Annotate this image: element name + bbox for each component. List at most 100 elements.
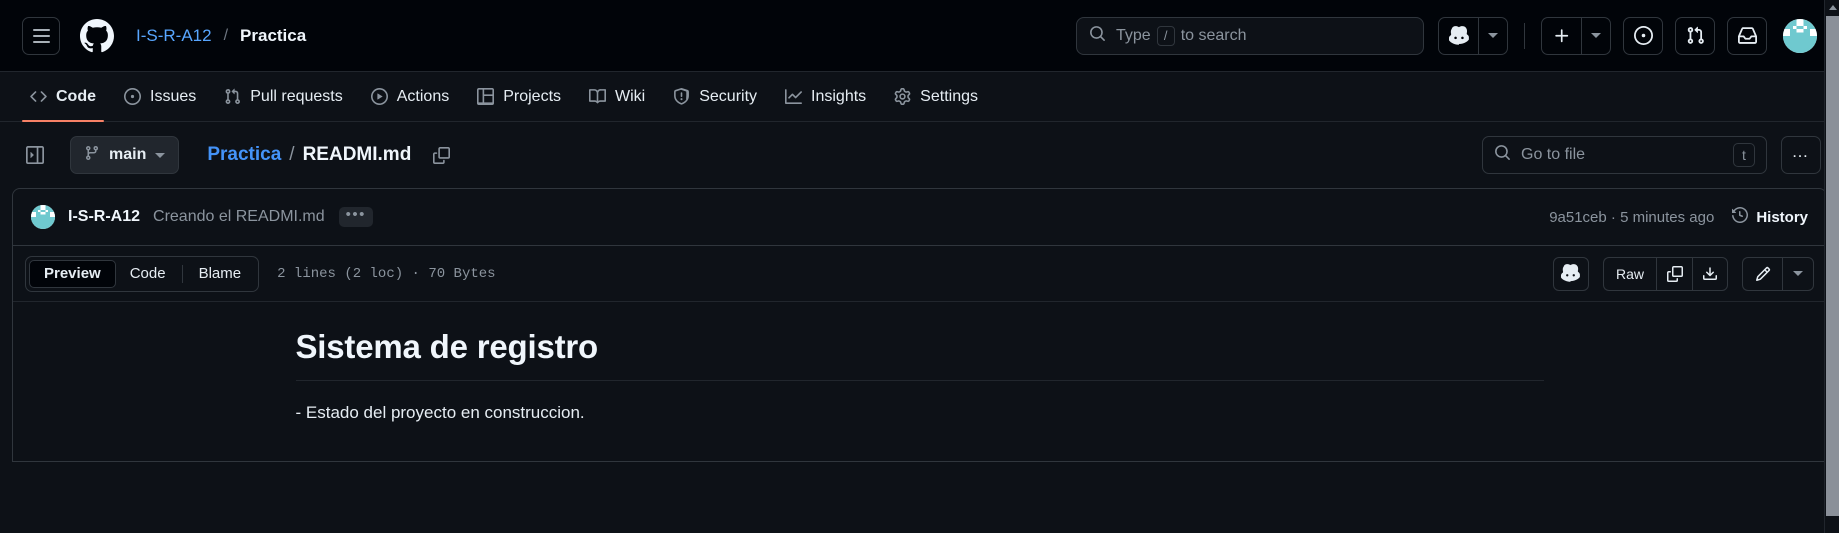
- chevron-down-icon: [155, 152, 166, 158]
- tab-preview[interactable]: Preview: [29, 259, 116, 288]
- search-slash-key: /: [1156, 25, 1175, 46]
- user-avatar[interactable]: [1783, 18, 1817, 53]
- commit-message[interactable]: Creando el READMI.md: [153, 208, 325, 226]
- commit-meta: 9a51ceb · 5 minutes ago History: [1549, 206, 1808, 227]
- file-content-panel: Preview Code Blame 2 lines (2 loc) · 70 …: [12, 246, 1827, 462]
- history-button[interactable]: History: [1732, 206, 1808, 227]
- edit-dropdown-button[interactable]: [1782, 256, 1814, 291]
- scrollbar-thumb[interactable]: [1826, 16, 1839, 516]
- tab-code[interactable]: Code: [116, 260, 180, 288]
- raw-button[interactable]: Raw: [1602, 256, 1656, 291]
- hamburger-bar: [32, 34, 50, 37]
- file-view-tabs: Preview Code Blame: [25, 255, 260, 292]
- file-view-toolbar: Preview Code Blame 2 lines (2 loc) · 70 …: [13, 246, 1826, 302]
- edit-pencil-icon[interactable]: [1742, 256, 1782, 291]
- breadcrumb-separator: /: [223, 26, 229, 44]
- breadcrumb-owner[interactable]: I-S-R-A12: [136, 26, 212, 46]
- file-toolbar-actions: Raw: [1552, 256, 1814, 291]
- create-new-dropdown-button[interactable]: [1581, 16, 1611, 55]
- tab-actions-label: Actions: [396, 87, 450, 105]
- go-to-file-shortcut-key: t: [1733, 143, 1755, 167]
- header-divider: [1524, 22, 1525, 49]
- tab-security[interactable]: Security: [661, 72, 769, 121]
- go-to-file-input[interactable]: Go to file t: [1482, 136, 1767, 174]
- tab-settings[interactable]: Settings: [882, 72, 990, 121]
- path-directory-link[interactable]: Practica: [207, 144, 281, 166]
- search-icon: [1494, 144, 1511, 166]
- tab-code-label: Code: [56, 87, 96, 105]
- file-path-breadcrumb: Practica / READMI.md: [207, 144, 411, 166]
- raw-actions-group: Raw: [1602, 256, 1728, 291]
- copilot-file-button[interactable]: [1552, 256, 1589, 291]
- search-placeholder-prefix: Type: [1116, 26, 1151, 44]
- copy-raw-icon[interactable]: [1656, 256, 1692, 291]
- hamburger-bar: [32, 40, 50, 43]
- search-icon: [1089, 25, 1106, 47]
- chevron-down-icon: [1793, 271, 1803, 276]
- issue-opened-icon: [124, 88, 141, 105]
- table-icon: [477, 88, 495, 105]
- notifications-button[interactable]: [1727, 16, 1767, 55]
- tab-insights[interactable]: Insights: [773, 72, 878, 121]
- branch-selector-button[interactable]: main: [70, 136, 180, 174]
- markdown-heading: Sistema de registro: [295, 328, 1544, 381]
- chevron-down-icon: [1591, 33, 1601, 38]
- hamburger-bar: [32, 28, 50, 31]
- tab-actions[interactable]: Actions: [359, 72, 461, 121]
- search-placeholder-suffix: to search: [1180, 26, 1247, 44]
- tab-projects-label: Projects: [503, 87, 562, 105]
- commit-sha-and-time[interactable]: 9a51ceb · 5 minutes ago: [1549, 209, 1714, 226]
- tab-wiki[interactable]: Wiki: [577, 72, 657, 121]
- tab-wiki-label: Wiki: [615, 87, 646, 105]
- tab-code[interactable]: Code: [18, 72, 108, 122]
- global-header: I-S-R-A12 / Practica Type / to search: [0, 0, 1839, 72]
- shield-icon: [673, 88, 690, 105]
- breadcrumb-repo[interactable]: Practica: [240, 26, 306, 46]
- latest-commit-row: I-S-R-A12 Creando el READMI.md ••• 9a51c…: [12, 188, 1827, 246]
- file-bar-actions: Go to file t …: [1482, 136, 1821, 174]
- commit-expand-button[interactable]: •••: [338, 207, 373, 227]
- tab-insights-label: Insights: [811, 87, 867, 105]
- tab-issues[interactable]: Issues: [112, 72, 208, 121]
- markdown-content: Sistema de registro - Estado del proyect…: [280, 328, 1560, 423]
- scrollbar-up-arrow[interactable]: [1825, 0, 1839, 15]
- issues-button[interactable]: [1623, 16, 1663, 55]
- create-new-button[interactable]: [1541, 16, 1581, 55]
- sidebar-expand-icon[interactable]: [18, 138, 52, 172]
- copy-path-icon[interactable]: [433, 146, 451, 164]
- graph-icon: [785, 88, 803, 105]
- kebab-menu-button[interactable]: …: [1781, 136, 1821, 174]
- git-pull-request-icon: [224, 88, 241, 105]
- markdown-preview-body: Sistema de registro - Estado del proyect…: [13, 302, 1826, 423]
- page-scrollbar[interactable]: [1824, 0, 1839, 533]
- tab-pull-requests[interactable]: Pull requests: [212, 72, 355, 121]
- tab-divider: [181, 264, 183, 283]
- path-filename: READMI.md: [302, 144, 412, 165]
- tab-blame[interactable]: Blame: [185, 260, 256, 288]
- path-separator: /: [289, 144, 295, 165]
- tab-projects[interactable]: Projects: [465, 72, 573, 121]
- file-size-meta: 2 lines (2 loc) · 70 Bytes: [277, 265, 496, 282]
- history-label: History: [1756, 208, 1808, 226]
- hamburger-menu-icon[interactable]: [22, 16, 60, 55]
- tab-issues-label: Issues: [150, 87, 197, 105]
- markdown-paragraph: - Estado del proyecto en construccion.: [295, 403, 585, 422]
- create-new-split-button: [1541, 16, 1611, 55]
- pull-requests-button[interactable]: [1675, 16, 1715, 55]
- github-mark-icon[interactable]: [80, 18, 114, 53]
- chevron-down-icon: [1488, 33, 1498, 38]
- go-to-file-placeholder: Go to file: [1521, 146, 1586, 163]
- git-branch-icon: [84, 145, 100, 166]
- gear-icon: [894, 88, 911, 105]
- search-input[interactable]: Type / to search: [1076, 16, 1424, 55]
- play-icon: [370, 88, 388, 105]
- commit-author-name[interactable]: I-S-R-A12: [68, 208, 140, 226]
- copilot-dropdown-button[interactable]: [1478, 16, 1508, 55]
- search-placeholder: Type / to search: [1116, 25, 1247, 46]
- download-icon[interactable]: [1692, 256, 1728, 291]
- copilot-button[interactable]: [1438, 16, 1478, 55]
- tab-pull-requests-label: Pull requests: [250, 87, 343, 105]
- triangle-up-icon: [1828, 5, 1837, 10]
- commit-author-avatar[interactable]: [31, 205, 55, 229]
- tab-settings-label: Settings: [920, 87, 978, 105]
